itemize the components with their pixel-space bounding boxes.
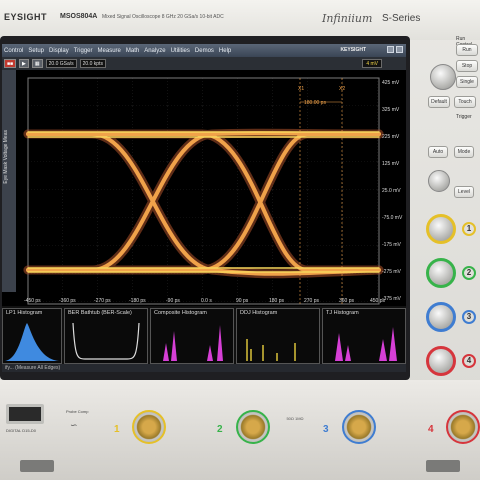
right-control-panel: Run Control Run Stop Single Default Touc… — [410, 36, 480, 380]
stop-button[interactable]: Stop — [456, 60, 478, 72]
histogram-title: Composite Histogram — [154, 310, 207, 316]
x-tick: 450 ps — [370, 298, 386, 304]
eye-diagram — [23, 77, 384, 305]
x-tick: 360 ps — [339, 298, 355, 304]
oscilloscope: EYSIGHT MSOS804A Mixed Signal Oscillosco… — [0, 0, 480, 480]
channel2-bnc-input[interactable] — [236, 410, 270, 444]
channel1-scale-knob[interactable] — [426, 214, 456, 244]
y-tick: 225 mV — [382, 134, 400, 140]
series-name: S-Series — [382, 13, 421, 24]
level-button[interactable]: Level — [454, 186, 474, 198]
channel4-scale-knob[interactable] — [426, 346, 456, 376]
x-tick: -180 ps — [129, 298, 146, 304]
channel3-bnc-input[interactable] — [342, 410, 376, 444]
probe-comp-label: Probe Comp — [66, 409, 89, 414]
display-screen: Control Setup Display Trigger Measure Ma… — [2, 44, 406, 372]
histogram-title: TJ Histogram — [326, 310, 359, 316]
channel2-button[interactable]: 2 — [462, 266, 476, 280]
digital-connector-label: DIGITAL D15-D0 — [6, 428, 37, 433]
horizontal-knob[interactable] — [430, 64, 456, 90]
channel2-number: 2 — [217, 424, 223, 435]
default-button[interactable]: Default — [428, 96, 450, 108]
histogram-ddj[interactable]: DDJ Histogram — [236, 308, 320, 364]
histogram-panel: LP1 Histogram BER Bathtub (BER-Scale) Co… — [2, 306, 406, 372]
marker-x2-label: X2 — [339, 86, 346, 92]
histogram-bathtub-plot — [72, 322, 140, 360]
digital-connector[interactable] — [6, 404, 44, 424]
input-impedance-note: 50Ω 1MΩ — [286, 416, 304, 421]
channel1-number: 1 — [114, 424, 120, 435]
histogram-tj-plot — [335, 327, 397, 361]
histogram-composite-plot — [163, 325, 223, 361]
model-description: Mixed Signal Oscilloscope 8 GHz 20 GSa/s… — [102, 14, 224, 20]
y-tick: -175 mV — [382, 242, 401, 248]
histogram-title: BER Bathtub (BER-Scale) — [68, 310, 132, 316]
right-foot — [426, 460, 460, 472]
y-tick: 425 mV — [382, 80, 400, 86]
y-tick: 125 mV — [382, 161, 400, 167]
family-name: Infiniium — [322, 12, 373, 25]
touch-button[interactable]: Touch — [454, 96, 476, 108]
trigger-section-label: Trigger — [456, 114, 472, 120]
x-tick: -450 ps — [24, 298, 41, 304]
run-button[interactable]: Run — [456, 44, 478, 56]
x-tick: -90 ps — [166, 298, 180, 304]
histogram-title: DDJ Histogram — [240, 310, 278, 316]
histogram-title: LP1 Histogram — [6, 310, 43, 316]
single-panel-button[interactable]: Single — [456, 76, 478, 88]
brand-logo: EYSIGHT — [4, 12, 48, 22]
channel4-number: 4 — [428, 424, 434, 435]
y-tick: -75.0 mV — [382, 215, 403, 221]
mode-button[interactable]: Mode — [454, 146, 474, 158]
top-bezel: EYSIGHT MSOS804A Mixed Signal Oscillosco… — [0, 0, 480, 40]
status-bar: ify... (Measure All Edges) — [2, 364, 406, 372]
histogram-lp1-plot — [5, 323, 59, 361]
channel1-bnc-input[interactable] — [132, 410, 166, 444]
x-tick: 0.0 s — [201, 298, 212, 304]
histogram-lp1[interactable]: LP1 Histogram — [2, 308, 62, 364]
x-tick: -270 ps — [94, 298, 111, 304]
x-tick: -360 ps — [59, 298, 76, 304]
y-tick: 25.0 mV — [382, 188, 401, 194]
histogram-composite[interactable]: Composite Histogram — [150, 308, 234, 364]
channel3-scale-knob[interactable] — [426, 302, 456, 332]
channel4-button[interactable]: 4 — [462, 354, 476, 368]
trigger-level-knob[interactable] — [428, 170, 450, 192]
channel1-button[interactable]: 1 — [462, 222, 476, 236]
channel3-number: 3 — [323, 424, 329, 435]
left-foot — [20, 460, 54, 472]
marker-delta-label: 180.00 ps — [304, 100, 326, 106]
x-tick: 180 ps — [269, 298, 285, 304]
y-tick: -275 mV — [382, 269, 401, 275]
x-tick: 270 ps — [304, 298, 320, 304]
histogram-tj[interactable]: TJ Histogram — [322, 308, 406, 364]
x-tick: 90 ps — [236, 298, 249, 304]
channel3-button[interactable]: 3 — [462, 310, 476, 324]
channel4-bnc-input[interactable] — [446, 410, 480, 444]
histogram-ddj-plot — [246, 339, 296, 361]
auto-button[interactable]: Auto — [428, 146, 448, 158]
marker-x1-label: X1 — [298, 86, 305, 92]
model-number: MSOS804A — [60, 13, 98, 20]
probe-comp-icon: ∽ — [70, 420, 78, 430]
histogram-bathtub[interactable]: BER Bathtub (BER-Scale) — [64, 308, 148, 364]
y-tick: 325 mV — [382, 107, 400, 113]
channel2-scale-knob[interactable] — [426, 258, 456, 288]
